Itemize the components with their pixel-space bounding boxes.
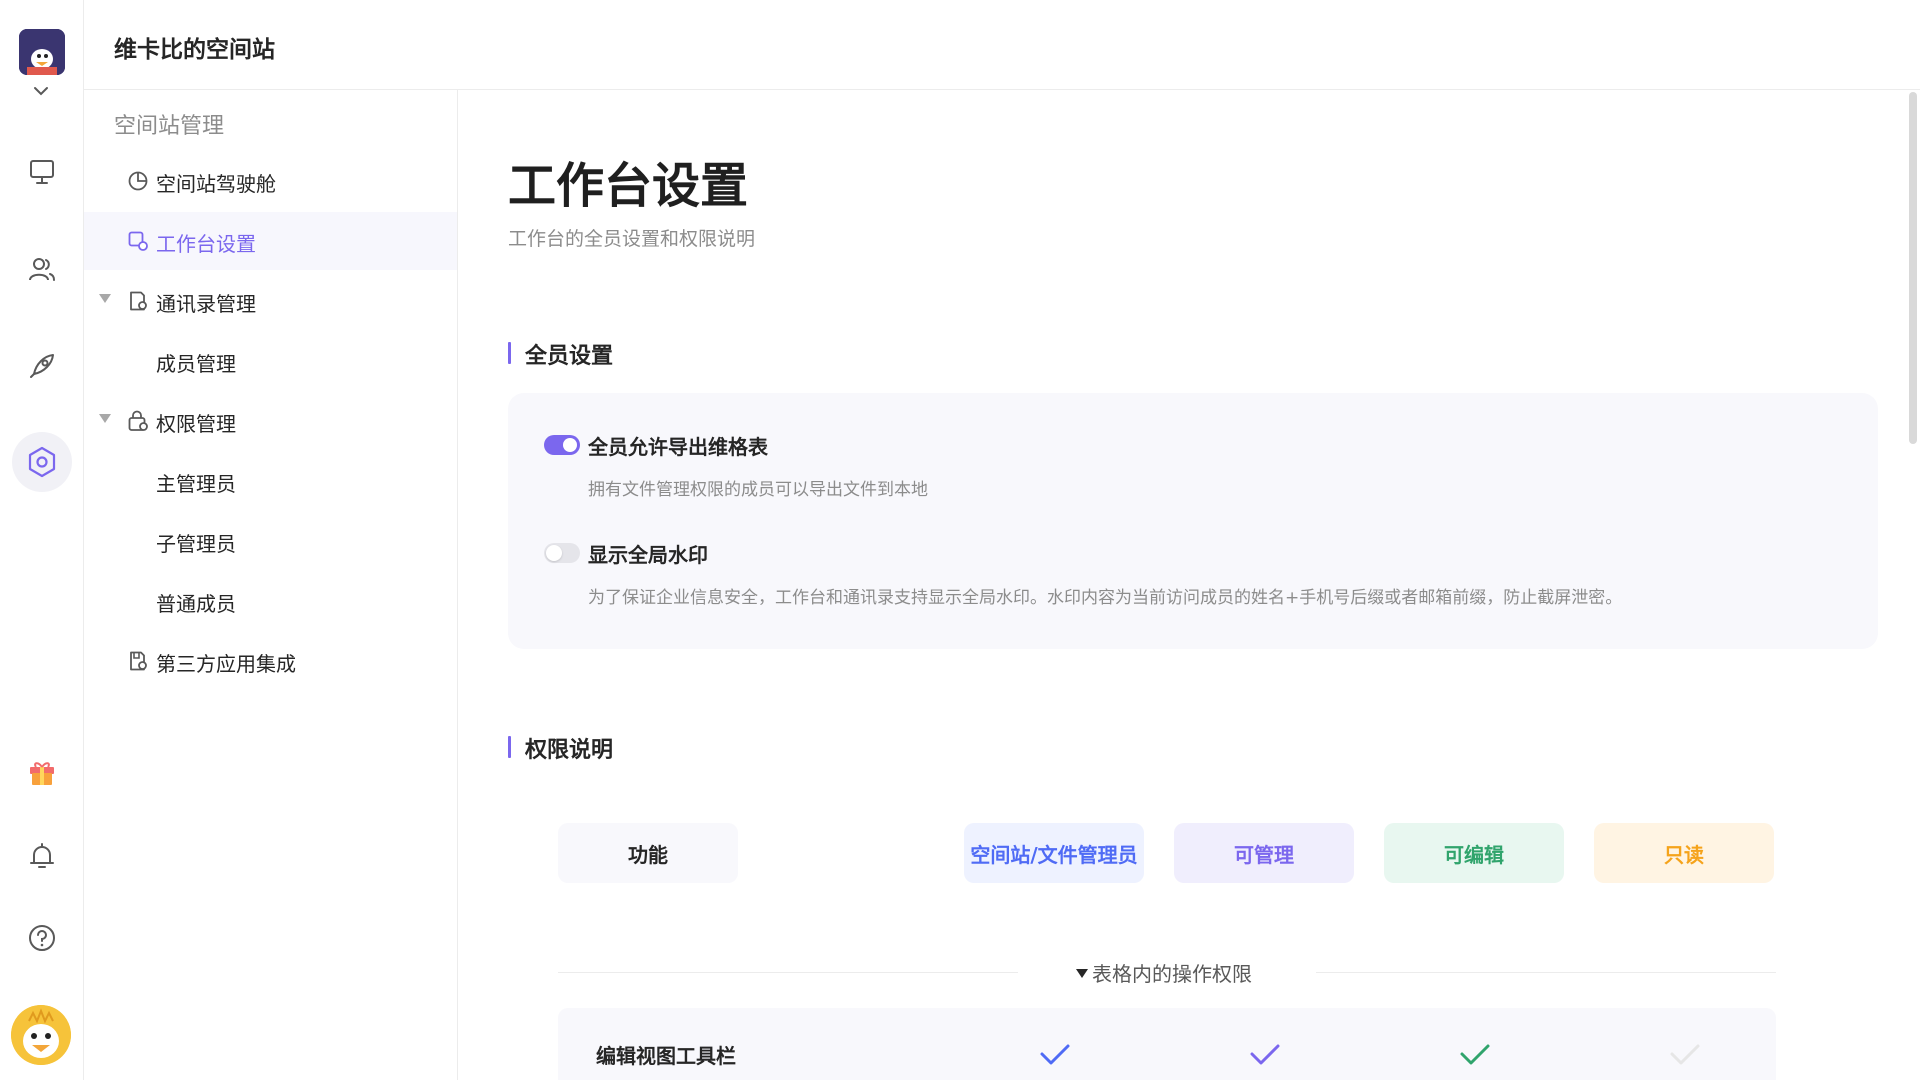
left-rail bbox=[0, 0, 84, 1080]
row-label: 编辑视图工具栏 bbox=[596, 1044, 736, 1068]
setting-desc-watermark: 为了保证企业信息安全，工作台和通讯录支持显示全局水印。水印内容为当前访问成员的姓… bbox=[588, 588, 1623, 608]
export-toggle[interactable] bbox=[544, 435, 580, 455]
section-label: 表格内的操作权限 bbox=[1092, 962, 1252, 986]
sidebar-item-label: 工作台设置 bbox=[156, 232, 256, 256]
main-content: 工作台设置 工作台的全员设置和权限说明 全员设置 全员允许导出维格表 拥有文件管… bbox=[458, 90, 1920, 1080]
notifications-button[interactable] bbox=[12, 826, 72, 886]
gift-button[interactable] bbox=[12, 742, 72, 802]
column-header-manage: 可管理 bbox=[1174, 823, 1354, 883]
divider bbox=[1316, 972, 1776, 973]
check-disabled-icon bbox=[1670, 1044, 1700, 1065]
users-icon bbox=[29, 258, 55, 281]
bell-icon bbox=[30, 843, 54, 868]
sidebar-item-label: 第三方应用集成 bbox=[156, 652, 296, 676]
help-button[interactable] bbox=[12, 908, 72, 968]
top-bar: 维卡比的空间站 bbox=[84, 0, 1920, 90]
setting-desc-export: 拥有文件管理权限的成员可以导出文件到本地 bbox=[588, 480, 928, 500]
settings-sidebar: 空间站管理 空间站驾驶舱 工作台设置 通讯录管理 成员管理 权限管理 主管理员 … bbox=[84, 90, 458, 1080]
divider bbox=[558, 972, 1018, 973]
check-icon bbox=[1460, 1044, 1490, 1065]
toggle-knob bbox=[546, 545, 562, 561]
column-header-feature: 功能 bbox=[558, 823, 738, 883]
caret-down-icon bbox=[1076, 969, 1088, 978]
watermark-toggle[interactable] bbox=[544, 543, 580, 563]
page-title: 工作台设置 bbox=[508, 158, 749, 214]
space-name: 维卡比的空间站 bbox=[114, 37, 275, 63]
check-icon bbox=[1040, 1044, 1070, 1065]
column-header-readonly: 只读 bbox=[1594, 823, 1774, 883]
monitor-icon bbox=[30, 160, 54, 184]
workbench-settings-icon bbox=[128, 231, 148, 251]
workbench-nav-button[interactable] bbox=[12, 142, 72, 202]
sidebar-item-label: 权限管理 bbox=[156, 412, 236, 436]
table-row bbox=[558, 1008, 1776, 1080]
sidebar-item-sub-admin[interactable]: 子管理员 bbox=[84, 512, 457, 570]
sidebar-item-members[interactable]: 成员管理 bbox=[84, 332, 457, 390]
section-title-all-members: 全员设置 bbox=[508, 338, 613, 370]
sidebar-item-label: 主管理员 bbox=[156, 472, 236, 496]
check-icon bbox=[1250, 1044, 1280, 1065]
pie-chart-icon bbox=[128, 171, 148, 191]
chevron-down-icon[interactable] bbox=[32, 84, 50, 98]
table-permission-section-toggle[interactable]: 表格内的操作权限 bbox=[1076, 958, 1252, 987]
column-header-admin: 空间站/文件管理员 bbox=[964, 823, 1144, 883]
toggle-knob bbox=[563, 438, 577, 452]
setting-label-watermark: 显示全局水印 bbox=[588, 543, 708, 567]
page-subtitle: 工作台的全员设置和权限说明 bbox=[508, 228, 756, 250]
contacts-icon bbox=[130, 291, 147, 311]
space-settings-nav-button[interactable] bbox=[12, 432, 72, 492]
rocket-icon bbox=[30, 354, 54, 378]
sidebar-item-regular-member[interactable]: 普通成员 bbox=[84, 572, 457, 630]
section-title-permissions: 权限说明 bbox=[508, 732, 613, 764]
sidebar-item-main-admin[interactable]: 主管理员 bbox=[84, 452, 457, 510]
sidebar-item-label: 普通成员 bbox=[156, 592, 236, 616]
space-logo[interactable] bbox=[19, 29, 65, 75]
user-avatar[interactable] bbox=[11, 1005, 71, 1065]
sidebar-item-label: 成员管理 bbox=[156, 352, 236, 376]
duck-avatar-icon bbox=[11, 1005, 71, 1065]
sidebar-item-dashboard[interactable]: 空间站驾驶舱 bbox=[84, 152, 457, 210]
sidebar-item-permissions[interactable]: 权限管理 bbox=[84, 392, 457, 450]
gift-icon bbox=[30, 762, 54, 785]
expand-caret-icon[interactable] bbox=[99, 414, 111, 423]
sidebar-item-label: 空间站驾驶舱 bbox=[156, 172, 276, 196]
column-header-edit: 可编辑 bbox=[1384, 823, 1564, 883]
explore-nav-button[interactable] bbox=[12, 336, 72, 396]
hexagon-settings-icon bbox=[28, 446, 56, 478]
sidebar-item-label: 子管理员 bbox=[156, 532, 236, 556]
contacts-nav-button[interactable] bbox=[12, 240, 72, 300]
sidebar-item-label: 通讯录管理 bbox=[156, 292, 256, 316]
settings-card: 全员允许导出维格表 拥有文件管理权限的成员可以导出文件到本地 显示全局水印 为了… bbox=[508, 393, 1878, 649]
integration-icon bbox=[130, 651, 147, 671]
setting-label-export: 全员允许导出维格表 bbox=[588, 435, 768, 459]
permission-icon bbox=[128, 410, 148, 431]
sidebar-group-title: 空间站管理 bbox=[114, 114, 225, 139]
duck-logo-icon bbox=[19, 29, 65, 75]
sidebar-item-contacts[interactable]: 通讯录管理 bbox=[84, 272, 457, 330]
help-circle-icon bbox=[29, 925, 55, 951]
sidebar-item-integrations[interactable]: 第三方应用集成 bbox=[84, 632, 457, 690]
expand-caret-icon[interactable] bbox=[99, 294, 111, 303]
vertical-scrollbar[interactable] bbox=[1909, 92, 1917, 444]
sidebar-item-workbench-settings[interactable]: 工作台设置 bbox=[84, 212, 457, 270]
